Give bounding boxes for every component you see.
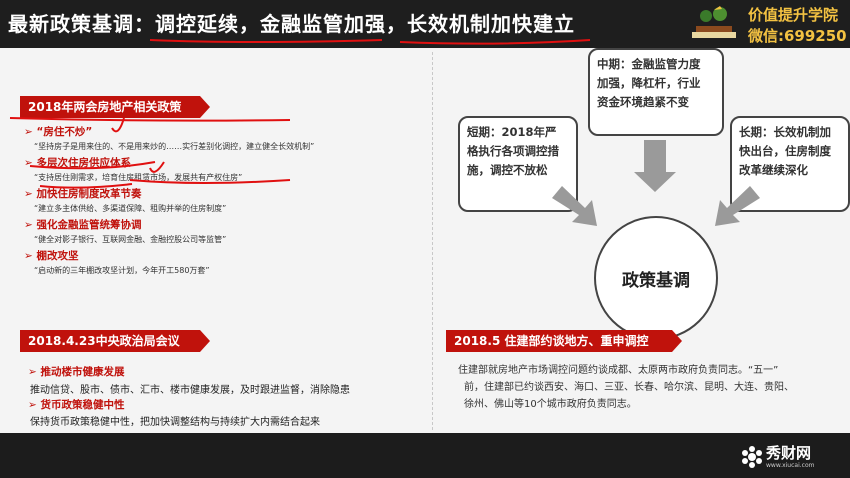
policy-item-desc: “坚持房子是用来住的、不是用来炒的……实行差别化调控，建立健全长效机制” [34, 142, 315, 151]
logo-icon [692, 6, 736, 38]
short-term-box: 短期：2018年严 格执行各项调控措 施，调控不放松 [458, 116, 578, 212]
policy-item-desc: 推动信贷、股市、债市、汇市、楼市健康发展，及时跟进监督，消除隐患 [30, 385, 350, 396]
policy-item-title: ➢ 货币政策稳健中性 [28, 399, 125, 411]
long-term-box: 长期：长效机制加 快出台，住房制度 改革继续深化 [730, 116, 850, 212]
footer-brand: 秀财网 [766, 444, 812, 462]
section-header-politburo: 2018.4.23中央政治局会议 [20, 330, 210, 352]
box-line: 短期：2018年严 [467, 125, 557, 139]
policy-item-desc: 保持货币政策稳健中性，把加快调整结构与持续扩大内需结合起来 [30, 417, 320, 428]
policy-item-title: ➢ 加快住房制度改革节奏 [24, 188, 142, 200]
policy-item-desc: “健全对影子银行、互联网金融、金融控股公司等监管” [34, 235, 227, 244]
box-line: 中期：金融监管力度 [597, 57, 701, 71]
section-header-housing-ministry: 2018.5 住建部约谈地方、重申调控 [446, 330, 682, 352]
brand-wechat: 微信:699250 [748, 27, 847, 45]
box-line: 改革继续深化 [739, 163, 808, 177]
policy-item-title: ➢ 棚改攻坚 [24, 250, 79, 262]
policy-item-desc: “支持居住刚需求，培育住房租赁市场，发展共有产权住房” [34, 173, 243, 182]
policy-item-desc: “启动新的三年棚改攻坚计划，今年开工580万套” [34, 266, 210, 275]
bottom-bar [0, 433, 850, 478]
housing-ministry-text: 住建部就房地产市场调控问题约谈成都、太原两市政府负责同志。“五一” 前，住建部已… [458, 362, 828, 413]
box-line: 格执行各项调控措 [467, 144, 559, 158]
policy-item-desc: “建立多主体供给、多渠道保障、租购并举的住房制度” [34, 204, 227, 213]
box-line: 加强，降杠杆，行业 [597, 76, 701, 90]
box-line: 快出台，住房制度 [739, 144, 831, 158]
slide-title: 最新政策基调：调控延续，金融监管加强，长效机制加快建立 [8, 12, 575, 36]
brand-name: 价值提升学院 [748, 6, 839, 24]
policy-item-title: ➢ 多层次住房供应体系 [24, 157, 131, 169]
section-header-two-sessions: 2018年两会房地产相关政策 [20, 96, 210, 118]
policy-item-title: ➢ 强化金融监管统筹协调 [24, 219, 142, 231]
box-line: 施，调控不放松 [467, 163, 548, 177]
text-line: 前，住建部已约谈西安、海口、三亚、长春、哈尔滨、昆明、大连、贵阳、 [464, 382, 794, 393]
box-line: 长期：长效机制加 [739, 125, 831, 139]
policy-item-title: ➢ 推动楼市健康发展 [28, 366, 125, 378]
policy-core-circle: 政策基调 [594, 216, 718, 340]
policy-item-title: ➢ “房住不炒” [24, 126, 93, 138]
mid-term-box: 中期：金融监管力度 加强，降杠杆，行业 资金环境趋紧不变 [588, 48, 724, 136]
box-line: 资金环境趋紧不变 [597, 95, 689, 109]
text-line: 住建部就房地产市场调控问题约谈成都、太原两市政府负责同志。“五一” [458, 365, 779, 376]
text-line: 徐州、佛山等10个城市政府负责同志。 [464, 399, 637, 410]
footer-url: www.xiucai.com [766, 462, 815, 469]
column-divider [432, 52, 433, 430]
